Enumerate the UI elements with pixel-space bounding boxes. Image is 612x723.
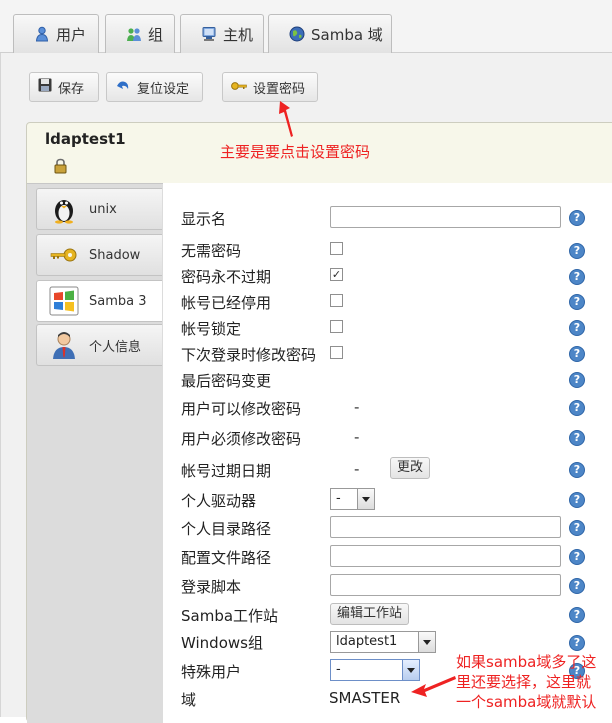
annotation-arrows (279, 101, 456, 697)
domain-arrow (411, 676, 456, 697)
set-password-arrow (279, 101, 293, 137)
